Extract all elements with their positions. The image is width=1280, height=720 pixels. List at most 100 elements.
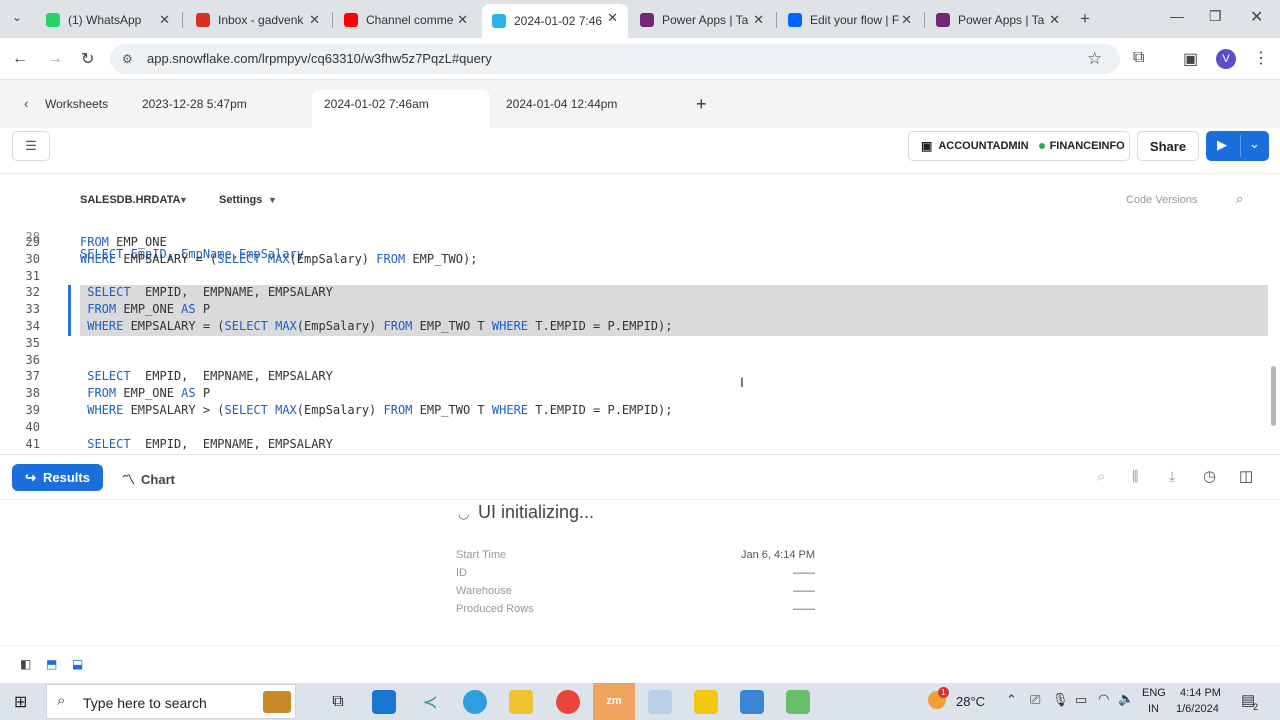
address-bar-row: ← → ↻ ⚙ app.snowflake.com/lrpmpyv/cq6331… (0, 38, 1280, 80)
tab-close-icon[interactable]: ✕ (901, 12, 912, 28)
detail-value: Jan 6, 4:14 PM (741, 549, 815, 561)
tray-chevron-icon[interactable]: ⌃ (1006, 692, 1017, 708)
results-panel: ◡ UI initializing... Start Time Jan 6, 4:… (0, 500, 1280, 645)
run-button[interactable]: ▶ ⌄ (1206, 131, 1269, 161)
worksheets-back-link[interactable]: Worksheets (45, 90, 108, 118)
notifications-count: 2 (1253, 702, 1259, 712)
extensions-icon[interactable]: ⧉ (1133, 49, 1144, 67)
bookmark-star-icon[interactable]: ☆ (1087, 49, 1102, 69)
role-warehouse-selector[interactable]: ▣ ACCOUNTADMIN FINANCEINFO (908, 131, 1130, 161)
taskbar-search-box[interactable]: ⌕ Type here to search (46, 684, 296, 719)
tab-close-icon[interactable]: ✕ (1049, 12, 1060, 28)
database-selector[interactable]: SALESDB.HRDATA (80, 194, 180, 206)
tab-favicon-icon (492, 14, 506, 28)
chevron-left-icon[interactable]: ‹ (24, 96, 28, 111)
sidepanel-icon[interactable]: ▣ (1183, 49, 1198, 69)
add-worksheet-button[interactable]: + (696, 90, 707, 118)
browser-tab-6[interactable]: Edit your flow | F ✕ (778, 6, 922, 34)
notepad-app-icon[interactable] (786, 690, 810, 714)
code-text: SELECT EMPID, EMPNAME, EMPSALARY (87, 436, 333, 451)
close-window-icon[interactable]: ✕ (1250, 7, 1263, 27)
new-tab-icon[interactable]: + (1080, 9, 1090, 29)
tab-close-icon[interactable]: ✕ (309, 12, 320, 28)
powerbi-app-icon[interactable] (694, 690, 718, 714)
text-cursor-icon: I (740, 374, 744, 390)
language-top[interactable]: ENG (1142, 687, 1166, 699)
worksheet-tab-1[interactable]: 2023-12-28 5:47pm (142, 90, 247, 118)
split-view-icon[interactable]: ◫ (1239, 467, 1253, 485)
browser-tab-4[interactable]: 2024-01-02 7:46 ✕ (482, 4, 628, 38)
line-number: 32 (25, 285, 40, 300)
line-number: 29 (25, 235, 40, 249)
query-toolbar: ☰ ▣ ACCOUNTADMIN FINANCEINFO Share ▶ ⌄ (0, 128, 1280, 174)
columns-icon[interactable]: ⫼ (1132, 468, 1138, 485)
filters-button[interactable]: ☰ (12, 131, 50, 161)
menu-dots-icon[interactable]: ⋮ (1253, 48, 1269, 68)
code-line-29: 29 FROM EMP_ONE (0, 234, 1270, 251)
photos-app-icon[interactable] (740, 690, 764, 714)
code-line-38: 38 FROM EMP_ONE AS P (0, 385, 1270, 402)
task-view-icon[interactable]: ⧉ (326, 690, 350, 714)
detail-value: —— (793, 603, 815, 615)
share-button[interactable]: Share (1137, 131, 1199, 161)
code-line-31: 31 (0, 268, 1270, 285)
meet-now-icon[interactable]: ⎚ (1030, 692, 1040, 708)
back-icon[interactable]: ← (12, 50, 28, 68)
download-icon[interactable]: ⤓ (1169, 468, 1175, 485)
forward-icon[interactable]: → (47, 50, 63, 68)
url-field[interactable]: ⚙ app.snowflake.com/lrpmpyv/cq63310/w3fh… (110, 44, 1120, 74)
vscode-app-icon[interactable]: ≺ (418, 690, 442, 714)
sql-editor[interactable]: 28 SELECT EmpID, EmpName,EmpSalary 29 FRO… (0, 218, 1280, 454)
zoom-app-icon[interactable]: zm (593, 683, 635, 720)
snip-app-icon[interactable] (648, 690, 672, 714)
layout-left-panel-icon[interactable]: ◧ (20, 657, 31, 671)
tab-close-icon[interactable]: ✕ (159, 12, 170, 28)
browser-tab-7[interactable]: Power Apps | Ta ✕ (926, 6, 1070, 34)
browser-tab-3[interactable]: Channel comme ✕ (334, 6, 478, 34)
history-clock-icon[interactable]: ◷ (1203, 467, 1216, 485)
tab-title: Inbox - gadvenk (218, 13, 304, 27)
tab-title: Power Apps | Ta (958, 13, 1045, 27)
worksheet-tab-3[interactable]: 2024-01-04 12:44pm (506, 90, 617, 118)
layout-top-panel-icon[interactable]: ⬒ (46, 657, 57, 671)
chart-tab[interactable]: 〽 Chart (122, 469, 175, 488)
chrome-app-icon[interactable] (556, 690, 580, 714)
minimize-icon[interactable]: — (1170, 8, 1184, 24)
run-options-chevron-icon[interactable]: ⌄ (1249, 136, 1260, 152)
site-info-icon[interactable]: ⚙ (122, 44, 133, 74)
clock-time[interactable]: 4:14 PM (1180, 687, 1221, 699)
tab-title: 2024-01-02 7:46 (514, 14, 603, 28)
browser-tab-2[interactable]: Inbox - gadvenk ✕ (186, 6, 330, 34)
file-explorer-icon[interactable] (509, 690, 533, 714)
battery-icon[interactable]: ▭ (1075, 692, 1087, 708)
browser-tab-5[interactable]: Power Apps | Ta ✕ (630, 6, 774, 34)
results-search-icon[interactable]: ⌕ (1097, 468, 1105, 485)
tab-favicon-icon (46, 13, 60, 27)
edge-app-icon[interactable] (463, 690, 487, 714)
maximize-icon[interactable]: ❐ (1209, 8, 1222, 25)
layout-bottom-panel-icon[interactable]: ⬓ (72, 657, 83, 671)
clock-date: 1/6/2024 (1176, 703, 1219, 715)
tab-close-icon[interactable]: ✕ (457, 12, 468, 28)
briefcase-app-icon[interactable] (263, 691, 291, 713)
profile-avatar[interactable]: V (1216, 49, 1236, 69)
reload-icon[interactable]: ↻ (81, 49, 94, 69)
weather-temp[interactable]: 28°C (956, 694, 985, 709)
mic-icon[interactable]: 🎙 (1052, 692, 1069, 708)
browser-tab-1[interactable]: (1) WhatsApp ✕ (36, 6, 180, 34)
settings-menu[interactable]: Settings (219, 194, 262, 206)
code-versions-link[interactable]: Code Versions (1126, 194, 1198, 206)
tab-list-icon[interactable]: ⌄ (12, 10, 22, 24)
tab-close-icon[interactable]: ✕ (607, 10, 618, 26)
volume-icon[interactable]: 🔈 (1118, 691, 1134, 707)
tab-close-icon[interactable]: ✕ (753, 12, 764, 28)
windows-start-icon[interactable]: ⊞ (14, 692, 27, 712)
code-line-39: 39 WHERE EMPSALARY > (SELECT MAX(EmpSala… (0, 402, 1270, 419)
wifi-icon[interactable]: ◠ (1098, 691, 1109, 707)
editor-scrollbar[interactable] (1271, 366, 1276, 426)
results-tab[interactable]: ↪ Results (12, 464, 103, 491)
worksheet-tab-2[interactable]: 2024-01-02 7:46am (312, 90, 490, 128)
search-icon[interactable]: ⌕ (1236, 191, 1243, 207)
sliders-icon: ☰ (25, 138, 37, 153)
mail-app-icon[interactable] (372, 690, 396, 714)
